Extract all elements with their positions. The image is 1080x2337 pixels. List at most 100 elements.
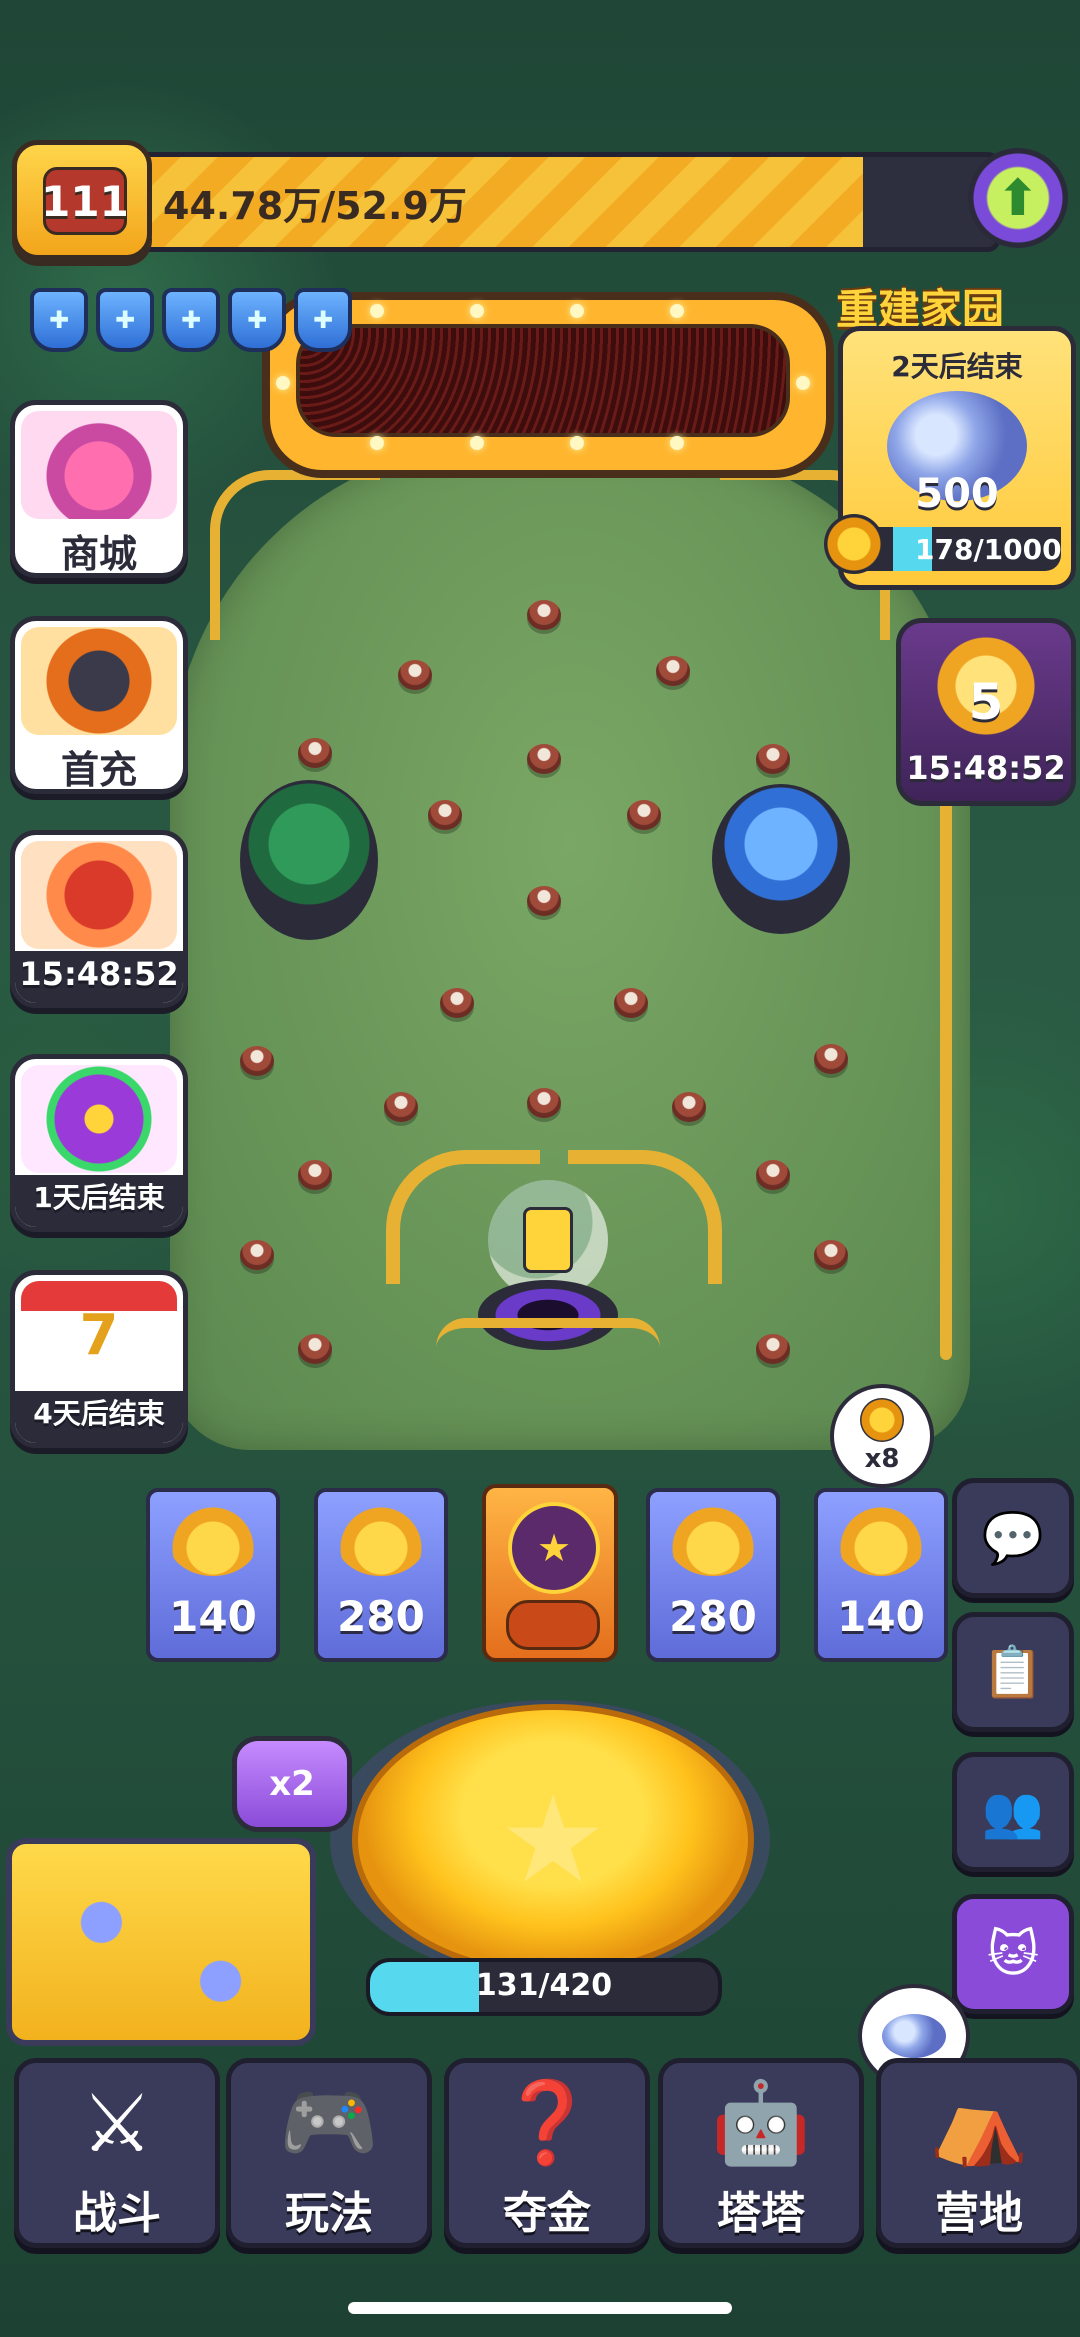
first-charge-label: 首充 (60, 748, 137, 792)
chat-button[interactable]: 💬 (952, 1478, 1074, 1598)
nav-battle[interactable]: ⚔ 战斗 (14, 2058, 220, 2248)
first-charge-button[interactable]: 首充 (10, 616, 188, 794)
bulb (370, 436, 384, 450)
tasks-button[interactable]: 📋 (952, 1612, 1074, 1732)
peg (756, 1334, 790, 1364)
robot-cat-icon: 🤖 (711, 2076, 811, 2169)
peg (384, 1092, 418, 1122)
peg (240, 1240, 274, 1270)
coin-prize-panel[interactable] (6, 1838, 316, 2046)
bulb (570, 304, 584, 318)
nav-label: 塔塔 (717, 2188, 805, 2239)
star-icon: ★ (499, 1770, 607, 1910)
peg (527, 600, 561, 630)
bulb (670, 436, 684, 450)
shop-basket-icon (21, 411, 177, 519)
bulb (470, 304, 484, 318)
arrow-up-icon: ⬆ (997, 169, 1039, 227)
egg-bumper (240, 780, 378, 940)
peg (527, 1088, 561, 1118)
bulb (670, 304, 684, 318)
bonus-slot: 140 (814, 1488, 948, 1662)
peg (240, 1046, 274, 1076)
ticket-icon (523, 1207, 573, 1273)
peg (672, 1092, 706, 1122)
bulb (470, 436, 484, 450)
character-badger-icon (21, 627, 177, 735)
energy-bar: 131/420 (366, 1958, 722, 2016)
trophy-timer: 15:48:52 (906, 749, 1066, 787)
shield-icon: ✚ (30, 288, 88, 352)
nav-gameplay[interactable]: 🎮 玩法 (226, 2058, 432, 2248)
cat-badge-icon: 🐱 (986, 1925, 1040, 1983)
right-side-rail (940, 800, 952, 1360)
friends-icon: 👥 (981, 1782, 1045, 1841)
key-icon (860, 1398, 904, 1442)
home-indicator (348, 2302, 732, 2314)
key-count-text: x8 (864, 1444, 900, 1474)
peg (428, 800, 462, 830)
nav-tata[interactable]: 🤖 塔塔 (658, 2058, 864, 2248)
bottom-rail (436, 1318, 660, 1368)
trophy-event-button[interactable]: 5 15:48:52 (896, 618, 1076, 806)
mystery-star-slot: ★ (482, 1484, 618, 1662)
star-question-icon: ★ (508, 1502, 600, 1594)
peg (756, 1160, 790, 1190)
xp-bar: 44.78万/52.9万 (130, 152, 1000, 252)
level-number: 111 (41, 167, 129, 235)
gold-coins-icon (836, 1506, 926, 1576)
peg (440, 988, 474, 1018)
nav-camp[interactable]: ⛺ 营地 (876, 2058, 1080, 2248)
trophy-rank: 5 (968, 673, 1004, 731)
shield-row: ✚ ✚ ✚ ✚ ✚ (30, 288, 352, 352)
peg (298, 1334, 332, 1364)
pet-button[interactable]: 🐱 (952, 1894, 1074, 2014)
mystery-box-icon: ❓ (497, 2076, 597, 2169)
peg (627, 800, 661, 830)
energy-text: 131/420 (475, 1968, 613, 2003)
crossed-swords-icon: ⚔ (81, 2076, 153, 2170)
wheel-event-label: 1天后结束 (15, 1175, 183, 1227)
calendar-7-icon: 7 (21, 1281, 177, 1389)
bonus-slot: 280 (646, 1488, 780, 1662)
level-up-button[interactable]: ⬆ (968, 148, 1068, 248)
candy-icon (506, 1600, 600, 1650)
gamepad-icon: 🎮 (279, 2076, 379, 2169)
calendar-event-label: 4天后结束 (15, 1391, 183, 1443)
wheel-event-button[interactable]: 1天后结束 (10, 1054, 188, 1232)
event-progress-text: 178/1000 (915, 533, 1062, 566)
bonus-slot-value: 140 (837, 1592, 925, 1641)
level-badge[interactable]: 111 (12, 140, 152, 260)
gold-coins-icon (668, 1506, 758, 1576)
chat-bubble-icon: 💬 (981, 1508, 1045, 1567)
shop-button[interactable]: 商城 (10, 400, 188, 578)
peg (656, 656, 690, 686)
tent-icon: ⛺ (929, 2076, 1029, 2169)
key-count-bubble: x8 (830, 1384, 934, 1488)
nav-label: 夺金 (503, 2188, 591, 2239)
bonus-slot-value: 280 (669, 1592, 757, 1641)
bulb (276, 376, 290, 390)
shield-icon: ✚ (294, 288, 352, 352)
shield-icon: ✚ (228, 288, 286, 352)
clipboard-check-icon: 📋 (981, 1642, 1045, 1701)
peg (756, 744, 790, 774)
multiplier-button[interactable]: x2 (232, 1736, 352, 1832)
shield-bumper (712, 784, 850, 934)
bonus-slot-value: 280 (337, 1592, 425, 1641)
calendar-event-button[interactable]: 7 4天后结束 (10, 1270, 188, 1448)
nav-label: 营地 (935, 2188, 1023, 2239)
nav-label: 战斗 (73, 2188, 161, 2239)
bulb (370, 304, 384, 318)
friends-button[interactable]: 👥 (952, 1752, 1074, 1872)
key-icon (824, 514, 884, 574)
peg (298, 738, 332, 768)
nav-loot[interactable]: ❓ 夺金 (444, 2058, 650, 2248)
orb-icon (882, 2014, 946, 2058)
event-reward-count: 500 (915, 471, 999, 517)
launch-button[interactable]: ★ (352, 1704, 754, 1976)
bird-event-button[interactable]: 15:48:52 (10, 830, 188, 1008)
gold-coins-icon (336, 1506, 426, 1576)
shop-label: 商城 (60, 532, 137, 576)
peg (614, 988, 648, 1018)
